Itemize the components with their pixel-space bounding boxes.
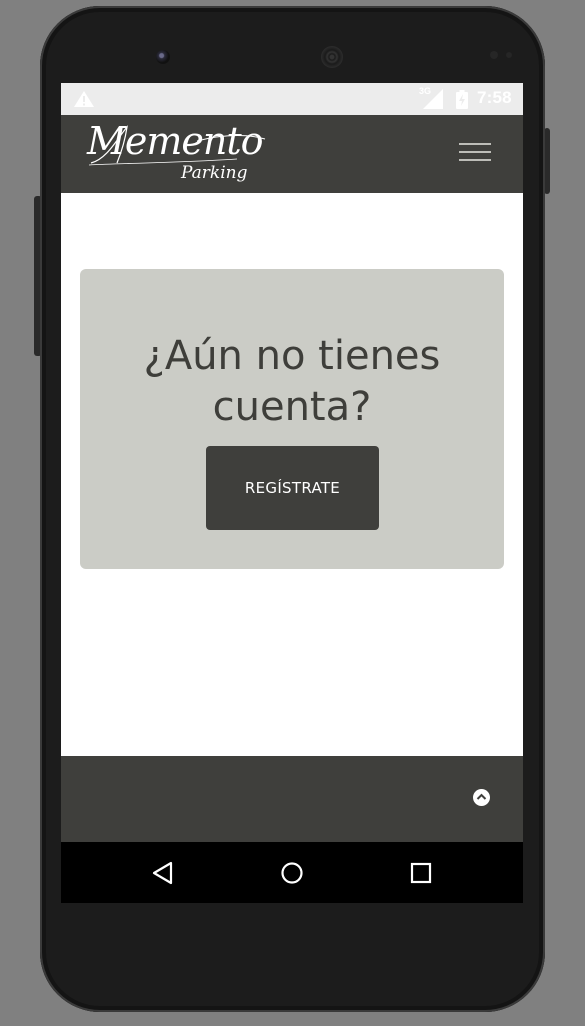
- chevron-up-icon: [476, 793, 487, 800]
- app-bar: Memento Parking: [61, 115, 523, 193]
- page-footer: [61, 756, 523, 842]
- signup-card: ¿Aún no tienes cuenta? REGÍSTRATE: [80, 269, 504, 569]
- back-icon[interactable]: [151, 861, 175, 885]
- warning-icon: [74, 91, 94, 107]
- front-camera: [156, 50, 170, 64]
- signup-heading: ¿Aún no tienes cuenta?: [143, 333, 441, 430]
- signal-icon: 3G: [419, 86, 443, 109]
- recents-icon[interactable]: [409, 861, 433, 885]
- status-bar: 3G 7:58: [61, 83, 523, 115]
- status-clock: 7:58: [477, 88, 512, 107]
- menu-line: [459, 143, 491, 145]
- menu-line: [459, 151, 491, 153]
- earpiece-speaker: [321, 46, 343, 68]
- scroll-to-top-button[interactable]: [473, 789, 490, 806]
- device-screen: 3G 7:58 Memento Parking ¿Aún no tienes c…: [61, 83, 523, 903]
- home-icon[interactable]: [280, 861, 304, 885]
- register-button[interactable]: REGÍSTRATE: [206, 446, 379, 530]
- menu-line: [459, 159, 491, 161]
- light-sensor: [506, 52, 512, 58]
- brand-logo[interactable]: Memento Parking: [87, 119, 267, 189]
- proximity-sensor: [490, 51, 498, 59]
- battery-charging-icon: [456, 90, 468, 109]
- network-type-label: 3G: [419, 86, 432, 96]
- logo-text-main: Memento: [87, 119, 264, 163]
- android-nav-bar: [61, 842, 523, 903]
- logo-text-sub: Parking: [181, 163, 248, 183]
- hamburger-menu-icon[interactable]: [459, 143, 491, 165]
